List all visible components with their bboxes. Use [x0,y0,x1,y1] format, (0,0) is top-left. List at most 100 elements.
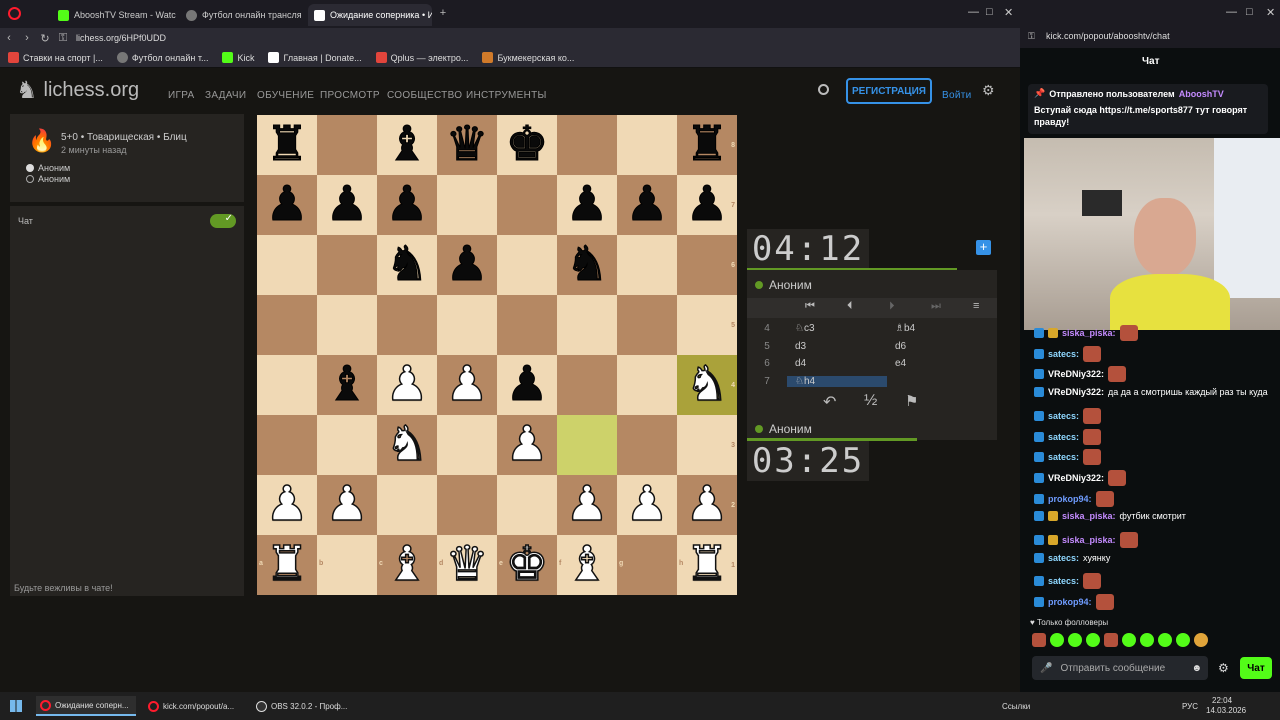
board-square[interactable]: ♝ c [377,535,437,595]
bookmark-item[interactable]: Главная | Donate... [268,52,362,63]
board-square[interactable] [617,355,677,415]
board-square[interactable]: 3 [677,415,737,475]
nav-watch[interactable]: ПРОСМОТР [320,90,380,101]
white-knight-icon[interactable]: ♞ [685,355,730,415]
emote-icon[interactable] [1176,633,1190,647]
board-square[interactable] [557,295,617,355]
top-player[interactable]: Аноним [755,278,812,292]
chat-message[interactable]: satecs: [1034,428,1102,445]
board-square[interactable] [497,175,557,235]
board-square[interactable]: ♟ [257,475,317,535]
black-rook-icon[interactable]: ♜ [685,115,729,175]
board-square[interactable]: ♟ [377,175,437,235]
stream-video[interactable] [1024,138,1280,330]
board-square[interactable]: ♟ [257,175,317,235]
opera-logo-icon[interactable] [8,7,21,20]
white-pawn-icon[interactable]: ♟ [505,415,550,475]
board-square[interactable] [437,415,497,475]
tab-lichess[interactable]: Ожидание соперника • И [308,4,432,26]
chat-username[interactable]: satecs: [1048,553,1079,563]
chat-username[interactable]: satecs: [1048,452,1079,462]
white-move[interactable]: d4 [787,358,887,369]
first-move-icon[interactable]: ⏮ [805,300,815,313]
minimize-icon[interactable]: — [1226,6,1237,18]
offer-draw-button[interactable]: ½ [864,392,877,410]
white-king-icon[interactable]: ♚ [505,535,550,595]
taskbar-item-lichess[interactable]: Ожидание соперн... [36,696,136,716]
chat-username[interactable]: satecs: [1048,576,1079,586]
board-square[interactable]: ♛ d [437,535,497,595]
white-pawn-icon[interactable]: ♟ [445,355,490,415]
board-square[interactable]: ♟ [377,355,437,415]
board-square[interactable] [377,295,437,355]
black-move[interactable]: e4 [887,358,987,369]
taskbar-item-kick[interactable]: kick.com/popout/a... [144,696,244,716]
chat-message[interactable]: VReDNiy322: да да а смотришь каждый раз т… [1034,387,1268,398]
board-square[interactable]: ♟ [557,175,617,235]
board-square[interactable]: b [317,535,377,595]
black-pawn-icon[interactable]: ♟ [265,175,309,235]
chat-username[interactable]: prokop94: [1048,597,1092,607]
white-move[interactable]: ♘c3 [787,323,887,334]
chat-message[interactable]: satecs: хуянку [1034,552,1110,563]
chat-username[interactable]: siska_piska: [1062,535,1116,545]
last-move-icon[interactable]: ⏭ [931,300,941,313]
bookmark-item[interactable]: Футбол онлайн т... [116,52,208,63]
board-square[interactable]: ♟ 7 [677,175,737,235]
board-square[interactable] [257,235,317,295]
emote-icon[interactable] [1140,633,1154,647]
chat-message[interactable]: siska_piska: [1034,325,1138,341]
send-message-input[interactable]: 🎤 Отправить сообщение ☻ [1032,656,1208,680]
minimize-icon[interactable]: — [968,6,979,18]
chat-message[interactable]: satecs: [1034,345,1102,362]
board-square[interactable]: ♟ [617,175,677,235]
bottom-player[interactable]: Аноним [755,422,812,436]
language-indicator[interactable]: РУС [1182,702,1198,711]
white-pawn-icon[interactable]: ♟ [625,475,670,535]
chat-username[interactable]: siska_piska: [1062,511,1116,521]
board-square[interactable] [557,115,617,175]
chat-message[interactable]: satecs: [1034,573,1102,590]
forward-icon[interactable]: › [18,32,36,44]
board-square[interactable] [257,295,317,355]
emote-icon[interactable] [1158,633,1172,647]
chat-message[interactable]: satecs: [1034,449,1102,466]
chat-message[interactable]: prokop94: [1034,490,1114,507]
chat-message[interactable]: VReDNiy322: [1034,366,1127,383]
chat-message[interactable]: satecs: [1034,407,1102,424]
gear-icon[interactable]: ⚙ [982,82,995,99]
black-knight-icon[interactable]: ♞ [565,235,609,295]
board-square[interactable]: ♜ 1 h [677,535,737,595]
board-square[interactable] [617,415,677,475]
black-pawn-icon[interactable]: ♟ [505,355,549,415]
nav-tools[interactable]: ИНСТРУМЕНТЫ [466,90,547,101]
white-pawn-icon[interactable]: ♟ [385,355,430,415]
board-square[interactable] [497,235,557,295]
board-square[interactable] [257,355,317,415]
board-square[interactable]: ♟ [317,175,377,235]
resign-flag-icon[interactable]: ⚑ [905,392,918,410]
chat-username[interactable]: VReDNiy322: [1048,387,1104,397]
emote-icon[interactable] [1032,633,1046,647]
black-pawn-icon[interactable]: ♟ [325,175,369,235]
board-square[interactable] [557,355,617,415]
black-bishop-icon[interactable]: ♝ [385,115,429,175]
prev-move-icon[interactable]: ⏴ [847,300,853,313]
white-rook-icon[interactable]: ♜ [265,535,310,595]
board-square[interactable] [617,295,677,355]
bookmark-item[interactable]: Qplus — электро... [375,52,468,63]
clock-time[interactable]: 22:04 [1212,696,1232,705]
emote-icon[interactable] [1122,633,1136,647]
white-pawn-icon[interactable]: ♟ [565,475,610,535]
black-pawn-icon[interactable]: ♟ [625,175,669,235]
board-square[interactable] [317,235,377,295]
tab-abooshtv[interactable]: AbooshTV Stream - Watc [52,4,176,26]
board-square[interactable]: ♞ [557,235,617,295]
board-square[interactable]: ♚ [497,115,557,175]
board-square[interactable] [437,175,497,235]
black-queen-icon[interactable]: ♛ [445,115,489,175]
microphone-icon[interactable]: 🎤 [1040,663,1052,674]
board-square[interactable] [617,115,677,175]
board-square[interactable]: ♝ [317,355,377,415]
chat-username[interactable]: prokop94: [1048,494,1092,504]
